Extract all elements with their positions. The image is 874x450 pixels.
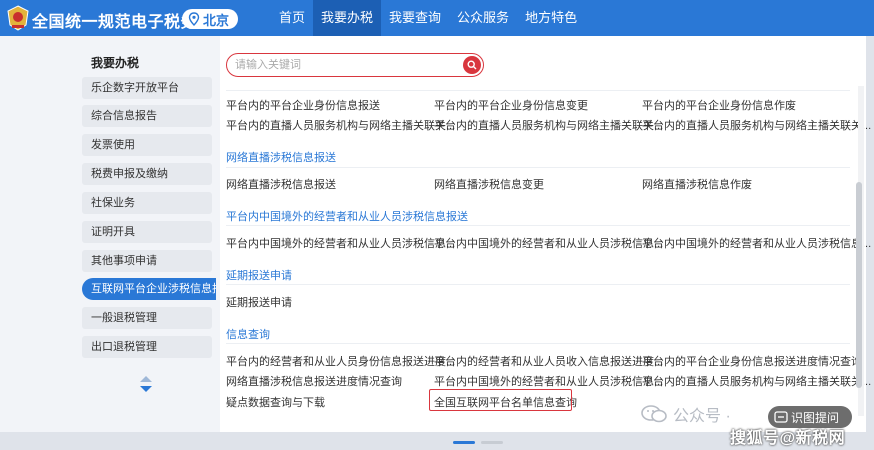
nav-home[interactable]: 首页 xyxy=(271,0,313,36)
scan-icon xyxy=(774,411,788,423)
nav-local-feature[interactable]: 地方特色 xyxy=(517,0,585,36)
nav-query[interactable]: 我要查询 xyxy=(381,0,449,36)
divider xyxy=(226,284,850,285)
divider xyxy=(226,343,850,344)
search-input[interactable] xyxy=(235,57,455,73)
link-delay-apply[interactable]: 延期报送申请 xyxy=(226,294,292,310)
link-query-identity-progress[interactable]: 平台内的经营者和从业人员身份信息报送进度... xyxy=(226,353,455,369)
link-platform-identity-void[interactable]: 平台内的平台企业身份信息作废 xyxy=(642,97,796,113)
link-live-agency-relation-3[interactable]: 平台内的直播人员服务机构与网络主播关联关... xyxy=(642,117,871,133)
main-nav: 首页 我要办税 我要查询 公众服务 地方特色 xyxy=(271,0,585,36)
search-icon xyxy=(467,60,477,70)
link-overseas-report-1[interactable]: 平台内中国境外的经营者和从业人员涉税信息... xyxy=(226,235,455,251)
sidebar-item-other-apply[interactable]: 其他事项申请 xyxy=(82,250,212,272)
sidebar-item-export-refund[interactable]: 出口退税管理 xyxy=(82,336,212,358)
link-overseas-report-3[interactable]: 平台内中国境外的经营者和从业人员涉税信息... xyxy=(642,235,871,251)
sidebar-item-social-security[interactable]: 社保业务 xyxy=(82,192,212,214)
sidebar-item-platform-tax-report[interactable]: 互联网平台企业涉税信息报送 xyxy=(82,278,216,300)
link-live-agency-relation-1[interactable]: 平台内的直播人员服务机构与网络主播关联关... xyxy=(226,117,455,133)
sidebar-item-leqi[interactable]: 乐企数字开放平台 xyxy=(82,77,212,99)
nav-tax-handling[interactable]: 我要办税 xyxy=(313,0,382,36)
link-live-tax-report[interactable]: 网络直播涉税信息报送 xyxy=(226,176,336,192)
section-title-delay: 延期报送申请 xyxy=(226,270,292,282)
link-query-platform-progress[interactable]: 平台内的平台企业身份信息报送进度情况查询 xyxy=(642,353,862,369)
link-query-live-progress[interactable]: 网络直播涉税信息报送进度情况查询 xyxy=(226,373,402,389)
link-overseas-report-2[interactable]: 平台内中国境外的经营者和从业人员涉税信息... xyxy=(434,235,663,251)
wechat-watermark: 公众号 · xyxy=(641,402,731,426)
sohu-watermark: 搜狐号@新税网 xyxy=(730,430,846,447)
link-query-overseas[interactable]: 平台内中国境外的经营者和从业人员涉税信息... xyxy=(434,373,663,389)
link-platform-identity-report[interactable]: 平台内的平台企业身份信息报送 xyxy=(226,97,380,113)
link-live-tax-change[interactable]: 网络直播涉税信息变更 xyxy=(434,176,544,192)
sidebar-item-invoice[interactable]: 发票使用 xyxy=(82,134,212,156)
region-selector[interactable]: 北京 xyxy=(182,9,238,29)
section-title-live-stream: 网络直播涉税信息报送 xyxy=(226,152,336,164)
divider xyxy=(226,167,850,168)
sidebar-title: 我要办税 xyxy=(91,56,140,70)
watermark-text: 公众号 · xyxy=(673,408,731,425)
wechat-icon xyxy=(641,405,667,423)
divider xyxy=(226,225,850,226)
sidebar-scroll-arrows-icon[interactable] xyxy=(138,374,154,394)
top-header: 全国统一规范电子税务局 北京 首页 我要办税 我要查询 公众服务 地方特色 xyxy=(0,0,874,36)
scrollbar-thumb[interactable] xyxy=(856,182,862,388)
pager-dot-2[interactable] xyxy=(481,441,503,444)
search-box xyxy=(226,53,484,77)
link-live-tax-void[interactable]: 网络直播涉税信息作废 xyxy=(642,176,752,192)
highlight-box xyxy=(429,389,572,411)
section-title-overseas: 平台内中国境外的经营者和从业人员涉税信息报送 xyxy=(226,211,468,223)
link-query-live-relation[interactable]: 平台内的直播人员服务机构与网络主播关联关... xyxy=(642,373,871,389)
ocr-badge-label: 识图提问 xyxy=(791,410,840,425)
location-pin-icon xyxy=(188,12,200,26)
link-platform-identity-change[interactable]: 平台内的平台企业身份信息变更 xyxy=(434,97,588,113)
sidebar: 我要办税 乐企数字开放平台 综合信息报告 发票使用 税费申报及缴纳 社保业务 证… xyxy=(0,36,220,432)
sidebar-item-declare-pay[interactable]: 税费申报及缴纳 xyxy=(82,163,212,185)
section-title-info-query: 信息查询 xyxy=(226,329,270,341)
pager-dot-1[interactable] xyxy=(453,441,475,444)
link-query-income-progress[interactable]: 平台内的经营者和从业人员收入信息报送进度... xyxy=(434,353,663,369)
nav-public-service[interactable]: 公众服务 xyxy=(449,0,517,36)
sidebar-item-info-report[interactable]: 综合信息报告 xyxy=(82,105,212,127)
link-query-suspicious-data[interactable]: 疑点数据查询与下载 xyxy=(226,394,325,410)
divider xyxy=(226,90,850,91)
region-label: 北京 xyxy=(203,12,230,28)
sidebar-item-refund[interactable]: 一般退税管理 xyxy=(82,307,212,329)
tax-emblem-icon xyxy=(7,5,29,31)
search-button[interactable] xyxy=(463,56,481,74)
sidebar-item-certificate[interactable]: 证明开具 xyxy=(82,221,212,243)
link-live-agency-relation-2[interactable]: 平台内的直播人员服务机构与网络主播关联关... xyxy=(434,117,663,133)
